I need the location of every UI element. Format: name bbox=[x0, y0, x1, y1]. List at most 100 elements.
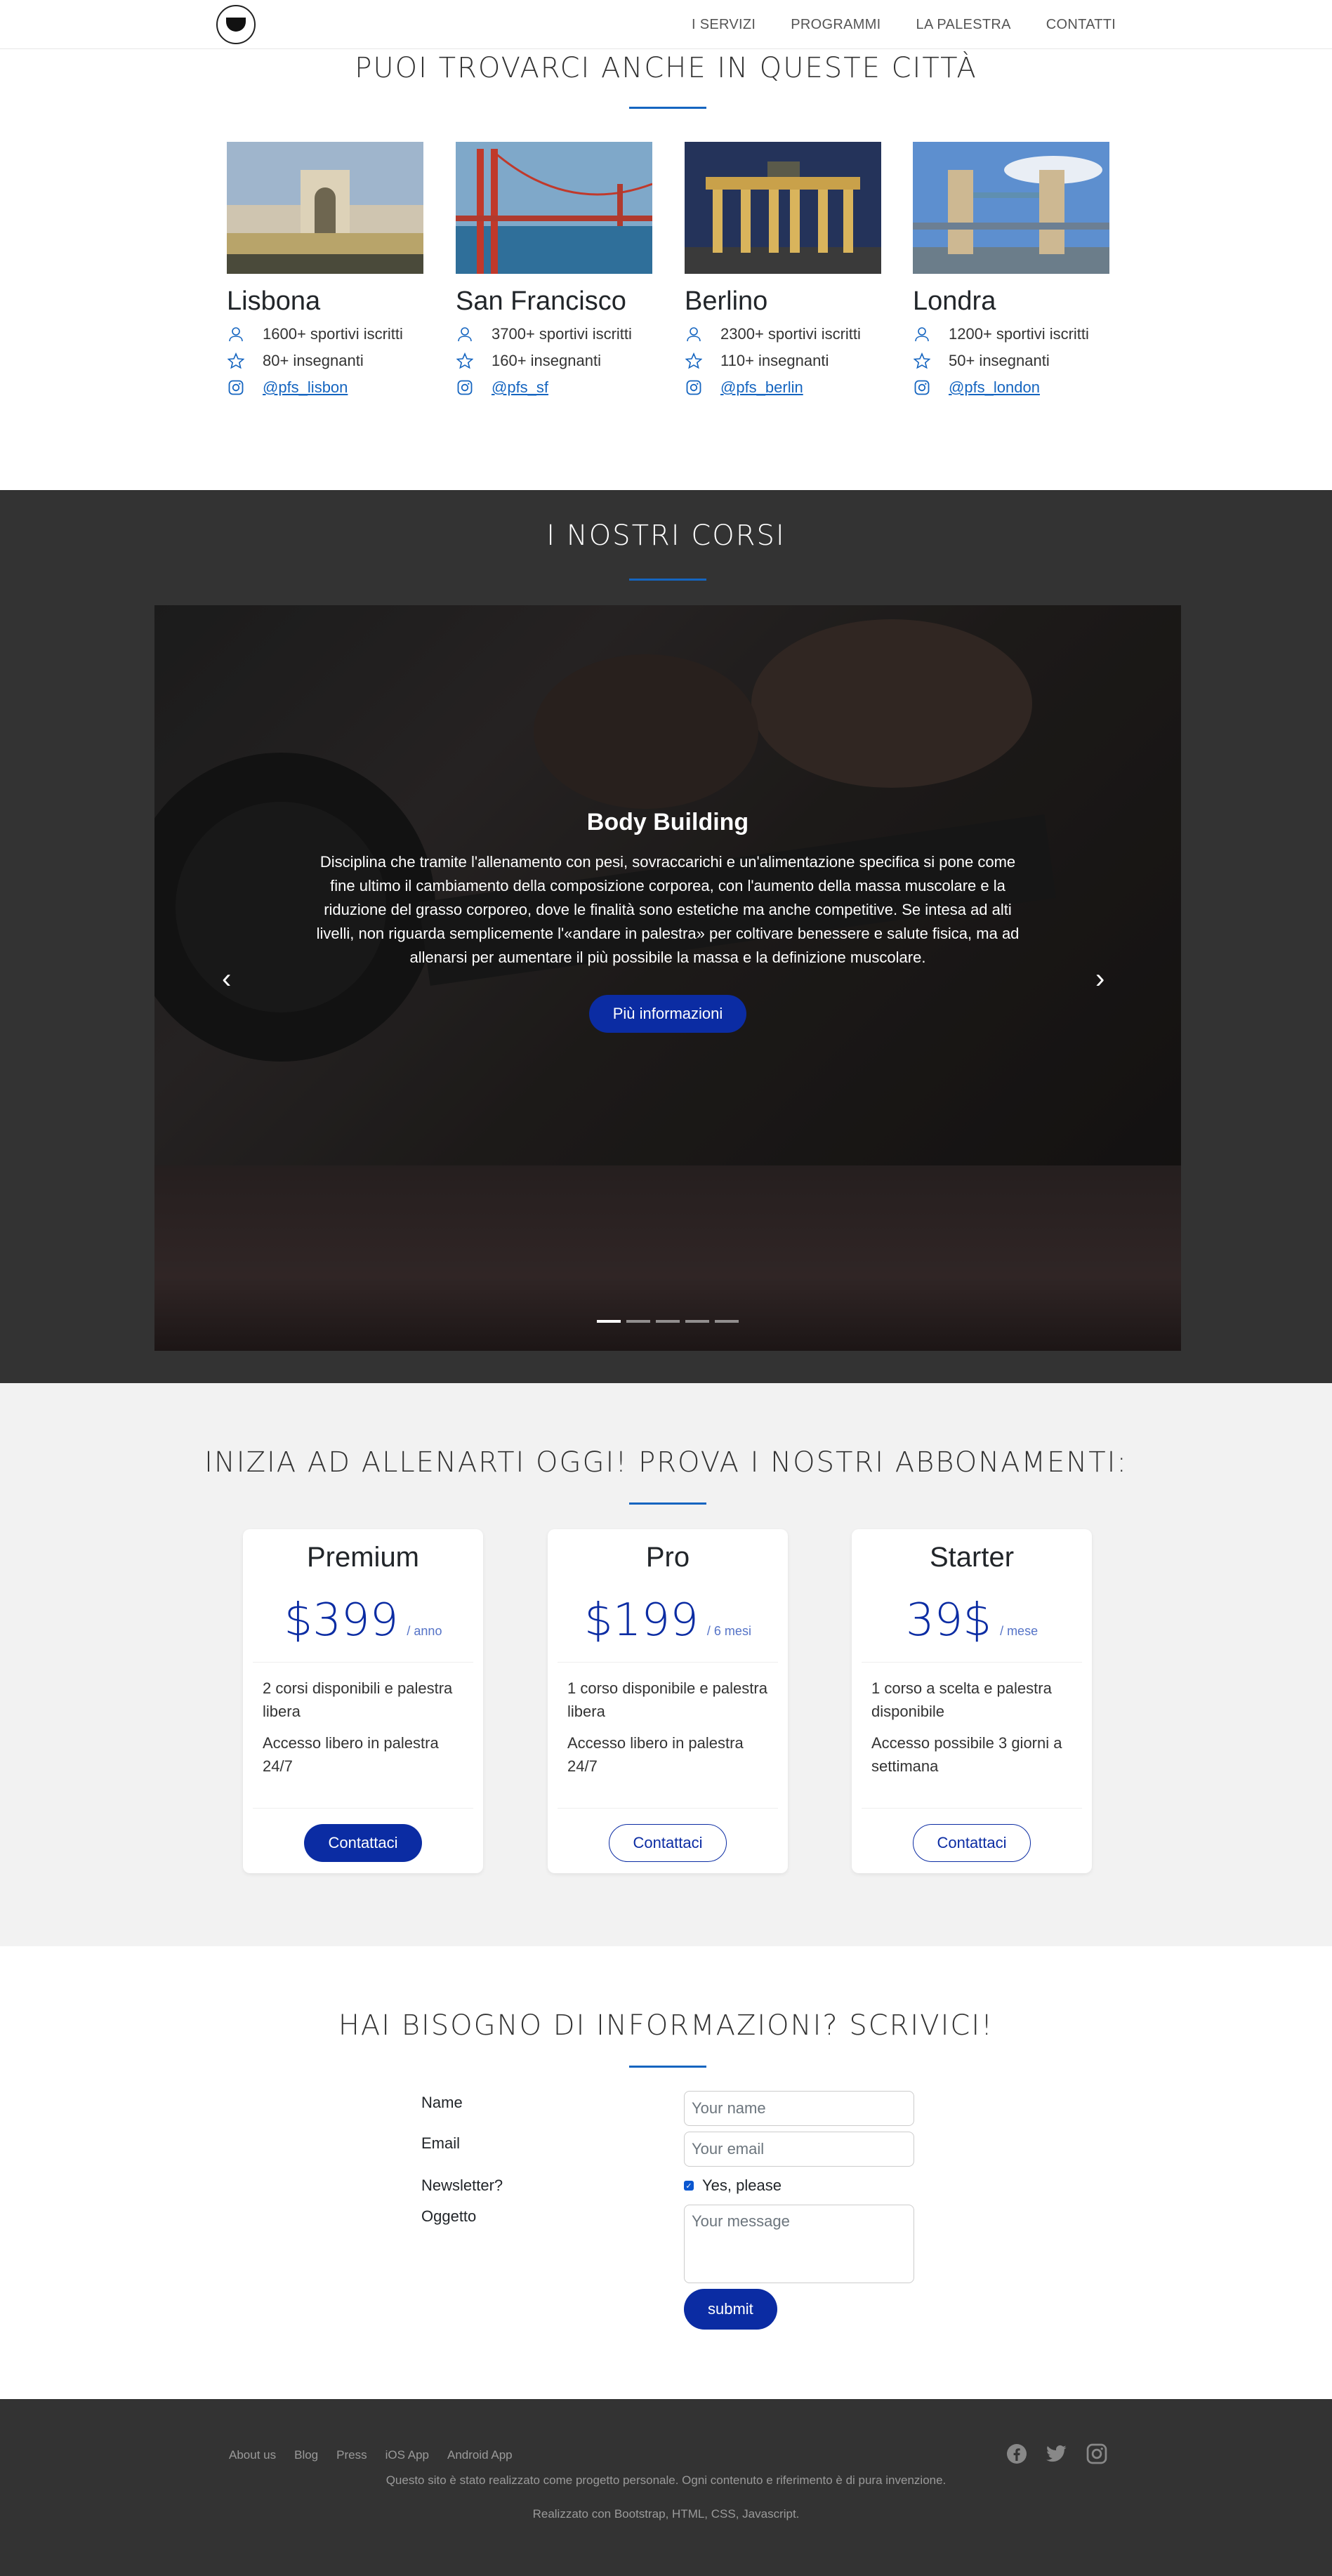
city-teachers: 160+ insegnanti bbox=[492, 352, 601, 369]
name-input[interactable]: Your name bbox=[684, 2091, 914, 2126]
brand-logo[interactable] bbox=[216, 5, 256, 44]
submit-button[interactable]: submit bbox=[684, 2289, 777, 2330]
city-members: 1600+ sportivi iscritti bbox=[263, 325, 403, 343]
city-card: San Francisco 3700+ sportivi iscritti 16… bbox=[456, 142, 652, 397]
carousel-indicator[interactable] bbox=[685, 1320, 709, 1323]
user-icon bbox=[685, 325, 703, 343]
email-input[interactable]: Your email bbox=[684, 2132, 914, 2167]
plan-period: / mese bbox=[1000, 1624, 1038, 1638]
message-textarea[interactable]: Your message bbox=[684, 2205, 914, 2283]
nav-item-palestra[interactable]: LA PALESTRA bbox=[916, 17, 1011, 33]
city-members: 2300+ sportivi iscritti bbox=[720, 325, 861, 343]
city-instagram-row: @pfs_sf bbox=[456, 378, 652, 397]
city-instagram-row: @pfs_berlin bbox=[685, 378, 881, 397]
plan-card-premium: Premium $399 / anno 2 corsi disponibili e… bbox=[243, 1529, 483, 1873]
plan-feature: Accesso libero in palestra 24/7 bbox=[567, 1734, 744, 1775]
city-members: 1200+ sportivi iscritti bbox=[949, 325, 1089, 343]
checkbox-checked-icon[interactable]: ✓ bbox=[684, 2181, 694, 2191]
city-teachers: 110+ insegnanti bbox=[720, 352, 829, 369]
city-instagram-row: @pfs_lisbon bbox=[227, 378, 423, 397]
city-instagram-row: @pfs_london bbox=[913, 378, 1109, 397]
newsletter-option-label: Yes, please bbox=[702, 2177, 782, 2194]
city-teachers: 50+ insegnanti bbox=[949, 352, 1050, 369]
instagram-icon bbox=[913, 378, 931, 397]
courses-section: I NOSTRI CORSI Body Building Disciplina … bbox=[0, 490, 1332, 1383]
carousel-indicator[interactable] bbox=[656, 1320, 680, 1323]
city-card: Londra 1200+ sportivi iscritti 50+ inseg… bbox=[913, 142, 1109, 397]
contact-button[interactable]: Contattaci bbox=[304, 1824, 422, 1862]
plan-price: $399 / anno bbox=[243, 1594, 483, 1646]
city-teachers-row: 50+ insegnanti bbox=[913, 352, 1109, 370]
city-instagram-link[interactable]: @pfs_london bbox=[949, 378, 1040, 397]
footer-link-blog[interactable]: Blog bbox=[294, 2448, 318, 2462]
city-teachers-row: 80+ insegnanti bbox=[227, 352, 423, 370]
instagram-icon bbox=[685, 378, 703, 397]
plan-price-amount: $199 bbox=[584, 1594, 699, 1646]
twitter-icon[interactable] bbox=[1046, 2443, 1068, 2465]
email-label: Email bbox=[421, 2134, 461, 2152]
city-members-row: 3700+ sportivi iscritti bbox=[456, 325, 652, 343]
city-name: Berlino bbox=[685, 286, 768, 316]
city-image bbox=[913, 142, 1109, 274]
contact-section: HAI BISOGNO DI INFORMAZIONI? SCRIVICI! N… bbox=[0, 1946, 1332, 2399]
footer-link-android[interactable]: Android App bbox=[447, 2448, 513, 2462]
city-instagram-link[interactable]: @pfs_berlin bbox=[720, 378, 803, 397]
facebook-icon[interactable] bbox=[1005, 2443, 1028, 2465]
city-name: Lisbona bbox=[227, 286, 321, 316]
newsletter-label: Newsletter? bbox=[421, 2177, 503, 2194]
city-members-row: 2300+ sportivi iscritti bbox=[685, 325, 881, 343]
nav-item-servizi[interactable]: I SERVIZI bbox=[692, 17, 756, 33]
carousel-indicator[interactable] bbox=[626, 1320, 650, 1323]
slide-text: Disciplina che tramite l'allenamento con… bbox=[316, 853, 1020, 966]
user-icon bbox=[227, 325, 245, 343]
pricing-section: INIZIA AD ALLENARTI OGGI! PROVA I NOSTRI… bbox=[0, 1383, 1332, 1946]
contact-button[interactable]: Contattaci bbox=[609, 1824, 727, 1862]
footer-credits: Realizzato con Bootstrap, HTML, CSS, Jav… bbox=[532, 2507, 800, 2521]
carousel-indicator[interactable] bbox=[715, 1320, 739, 1323]
plan-name: Starter bbox=[929, 1542, 1015, 1573]
footer-link-ios[interactable]: iOS App bbox=[385, 2448, 429, 2462]
nav-item-programmi[interactable]: PROGRAMMI bbox=[791, 17, 881, 33]
city-name: San Francisco bbox=[456, 286, 626, 316]
footer-link-about[interactable]: About us bbox=[229, 2448, 276, 2462]
instagram-icon[interactable] bbox=[1086, 2443, 1108, 2465]
star-icon bbox=[227, 352, 245, 370]
plan-period: / anno bbox=[407, 1624, 442, 1638]
city-teachers-row: 160+ insegnanti bbox=[456, 352, 652, 370]
star-icon bbox=[456, 352, 474, 370]
carousel-indicator[interactable] bbox=[597, 1320, 621, 1323]
city-card: Berlino 2300+ sportivi iscritti 110+ ins… bbox=[685, 142, 881, 397]
plan-feature: Accesso possibile 3 giorni a settimana bbox=[871, 1734, 1062, 1775]
plan-feature: 1 corso disponibile e palestra libera bbox=[567, 1679, 767, 1720]
plan-price-amount: $399 bbox=[284, 1594, 399, 1646]
slide-caption: Body Building Disciplina che tramite l'a… bbox=[154, 809, 1181, 1033]
footer-link-press[interactable]: Press bbox=[336, 2448, 367, 2462]
newsletter-checkbox[interactable]: ✓ Yes, please bbox=[684, 2177, 782, 2195]
plan-card-pro: Pro $199 / 6 mesi 1 corso disponibile e p… bbox=[548, 1529, 788, 1873]
plan-period: / 6 mesi bbox=[706, 1624, 751, 1638]
city-teachers-row: 110+ insegnanti bbox=[685, 352, 881, 370]
pricing-title: INIZIA AD ALLENARTI OGGI! PROVA I NOSTRI… bbox=[204, 1446, 1128, 1479]
city-instagram-link[interactable]: @pfs_lisbon bbox=[263, 378, 348, 397]
plan-feature: 1 corso a scelta e palestra disponibile bbox=[871, 1679, 1052, 1720]
nav-item-contatti[interactable]: CONTATTI bbox=[1046, 17, 1116, 33]
star-icon bbox=[913, 352, 931, 370]
contact-title: HAI BISOGNO DI INFORMAZIONI? SCRIVICI! bbox=[338, 2009, 994, 2042]
city-image bbox=[456, 142, 652, 274]
contact-button[interactable]: Contattaci bbox=[913, 1824, 1031, 1862]
courses-carousel[interactable]: Body Building Disciplina che tramite l'a… bbox=[154, 605, 1181, 1351]
carousel-next-icon[interactable]: › bbox=[1095, 963, 1123, 1005]
carousel-prev-icon[interactable]: ‹ bbox=[222, 963, 250, 1005]
city-members-row: 1600+ sportivi iscritti bbox=[227, 325, 423, 343]
city-instagram-link[interactable]: @pfs_sf bbox=[492, 378, 548, 397]
city-image bbox=[685, 142, 881, 274]
user-icon bbox=[456, 325, 474, 343]
city-teachers: 80+ insegnanti bbox=[263, 352, 364, 369]
city-image bbox=[227, 142, 423, 274]
instagram-icon bbox=[456, 378, 474, 397]
plan-price-amount: 39$ bbox=[905, 1594, 992, 1646]
carousel-indicators bbox=[154, 1320, 1181, 1323]
plan-price: 39$ / mese bbox=[852, 1594, 1092, 1646]
city-members-row: 1200+ sportivi iscritti bbox=[913, 325, 1109, 343]
more-info-button[interactable]: Più informazioni bbox=[588, 995, 747, 1033]
